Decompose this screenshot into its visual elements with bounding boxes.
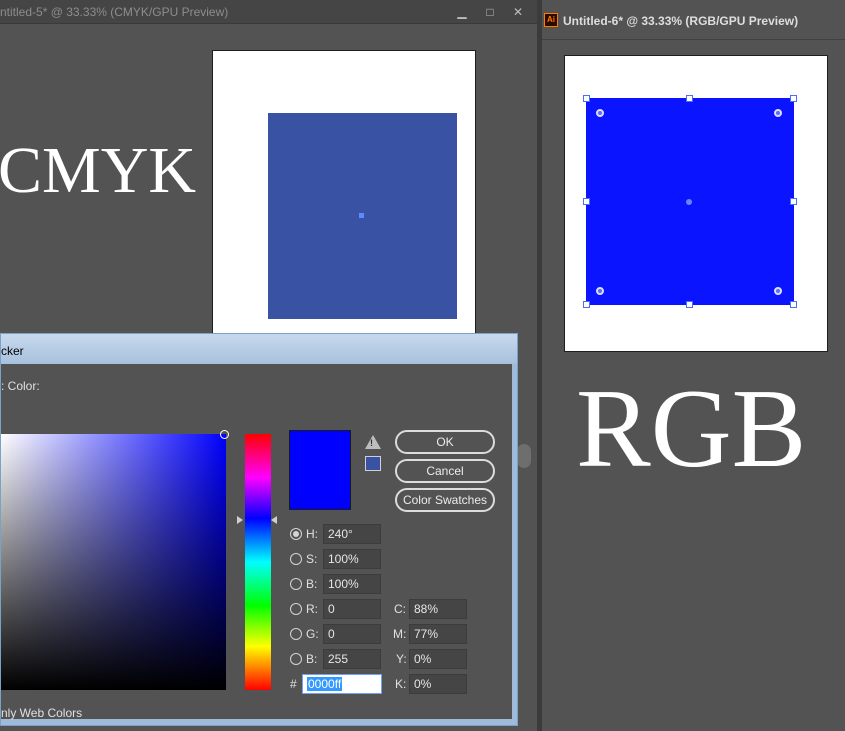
resize-handle-ne[interactable] <box>790 95 797 102</box>
corner-widget-icon[interactable] <box>596 287 604 295</box>
cmyk-label[interactable]: CMYK <box>0 138 196 204</box>
ok-button[interactable]: OK <box>395 430 495 454</box>
radio-red[interactable] <box>290 603 302 615</box>
yellow-label: Y: <box>396 652 407 666</box>
workspace: ntitled-5* @ 33.33% (CMYK/GPU Preview) ▁… <box>0 0 845 731</box>
select-color-label: : Color: <box>1 379 40 393</box>
resize-handle-nw[interactable] <box>583 95 590 102</box>
saturation-label: S: <box>306 552 318 566</box>
color-selector-icon[interactable] <box>220 430 229 439</box>
illustrator-icon: Ai <box>544 13 558 27</box>
color-picker-dialog: cker : Color: ! OK Cancel Color Swatches… <box>0 333 518 726</box>
corner-widget-icon[interactable] <box>596 109 604 117</box>
hex-input[interactable]: 0000ff <box>302 674 382 694</box>
dialog-body: : Color: ! OK Cancel Color Swatches H: 2… <box>1 364 512 720</box>
magenta-input[interactable]: 77% <box>409 624 467 644</box>
radio-hue[interactable] <box>290 528 302 540</box>
cancel-button[interactable]: Cancel <box>395 459 495 483</box>
hue-slider-left-arrow-icon[interactable] <box>237 516 243 524</box>
saturation-input[interactable]: 100% <box>323 549 381 569</box>
out-of-gamut-warning-icon[interactable] <box>365 435 381 449</box>
resize-handle-e[interactable] <box>790 198 797 205</box>
center-point-icon <box>686 199 692 205</box>
hue-input[interactable]: 240° <box>323 524 381 544</box>
yellow-input[interactable]: 0% <box>409 649 467 669</box>
radio-brightness[interactable] <box>290 578 302 590</box>
hex-input-selection: 0000ff <box>307 677 343 691</box>
red-input[interactable]: 0 <box>323 599 381 619</box>
brightness-input[interactable]: 100% <box>323 574 381 594</box>
radio-blue[interactable] <box>290 653 302 665</box>
resize-handle-n[interactable] <box>686 95 693 102</box>
hue-slider[interactable] <box>245 434 271 690</box>
magenta-label: M: <box>393 627 407 641</box>
minimize-icon[interactable]: ▁ <box>451 4 473 20</box>
document-tab-bar-rgb: Ai Untitled-6* @ 33.33% (RGB/GPU Preview… <box>542 0 845 40</box>
brightness-label: B: <box>306 577 318 591</box>
corner-widget-icon[interactable] <box>774 287 782 295</box>
green-input[interactable]: 0 <box>323 624 381 644</box>
restore-icon[interactable]: □ <box>479 4 501 20</box>
cyan-input[interactable]: 88% <box>409 599 467 619</box>
black-input[interactable]: 0% <box>409 674 467 694</box>
cyan-label: C: <box>394 602 406 616</box>
hue-label: H: <box>306 527 318 541</box>
rgb-label[interactable]: RGB <box>576 373 806 485</box>
new-color-preview <box>289 430 351 510</box>
resize-handle-w[interactable] <box>583 198 590 205</box>
hue-slider-right-arrow-icon[interactable] <box>271 516 277 524</box>
red-label: R: <box>306 602 318 616</box>
resize-handle-sw[interactable] <box>583 301 590 308</box>
warning-mark: ! <box>370 438 373 448</box>
document-window-rgb: Ai Untitled-6* @ 33.33% (RGB/GPU Preview… <box>542 0 845 731</box>
hex-label: # <box>290 677 297 691</box>
black-label: K: <box>395 677 407 691</box>
dialog-titlebar[interactable]: cker <box>1 334 517 364</box>
document-tab-title[interactable]: ntitled-5* @ 33.33% (CMYK/GPU Preview) <box>0 5 228 19</box>
green-label: G: <box>306 627 319 641</box>
scrollbar-thumb[interactable] <box>517 444 531 468</box>
center-point-icon <box>359 213 364 218</box>
blue-label: B: <box>306 652 318 666</box>
resize-handle-se[interactable] <box>790 301 797 308</box>
radio-saturation[interactable] <box>290 553 302 565</box>
radio-green[interactable] <box>290 628 302 640</box>
document-tab-title-rgb[interactable]: Untitled-6* @ 33.33% (RGB/GPU Preview) <box>563 14 798 28</box>
resize-handle-s[interactable] <box>686 301 693 308</box>
close-icon[interactable]: ✕ <box>507 4 529 20</box>
document-tab-bar: ntitled-5* @ 33.33% (CMYK/GPU Preview) ▁… <box>0 0 537 24</box>
saturation-brightness-field[interactable] <box>1 434 226 690</box>
color-swatches-button[interactable]: Color Swatches <box>395 488 495 512</box>
gamut-color-swatch[interactable] <box>365 456 381 471</box>
corner-widget-icon[interactable] <box>774 109 782 117</box>
blue-input[interactable]: 255 <box>323 649 381 669</box>
only-web-colors-label[interactable]: nly Web Colors <box>1 706 82 720</box>
dialog-title: cker <box>1 344 24 358</box>
